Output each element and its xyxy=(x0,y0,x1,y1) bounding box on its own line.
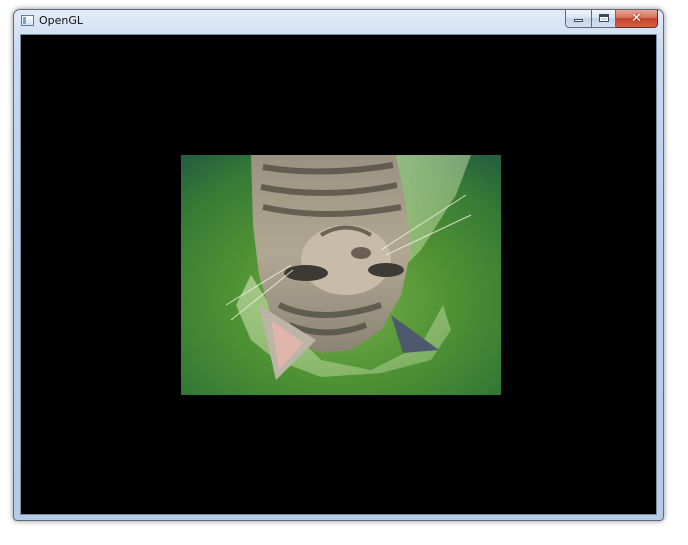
minimize-button[interactable] xyxy=(565,10,591,28)
kitten-texture xyxy=(181,155,501,395)
opengl-viewport[interactable] xyxy=(20,34,657,515)
minimize-icon xyxy=(574,19,583,22)
maximize-button[interactable] xyxy=(591,10,616,28)
title-bar[interactable]: OpenGL ✕ xyxy=(14,10,663,32)
window-app-icon[interactable] xyxy=(21,15,34,26)
maximize-icon xyxy=(599,14,609,22)
kitten-texture-image xyxy=(181,155,501,395)
close-icon: ✕ xyxy=(631,11,642,26)
opengl-window: OpenGL ✕ xyxy=(13,9,664,521)
caption-buttons: ✕ xyxy=(565,10,658,28)
window-title: OpenGL xyxy=(39,14,84,27)
close-button[interactable]: ✕ xyxy=(616,10,658,28)
